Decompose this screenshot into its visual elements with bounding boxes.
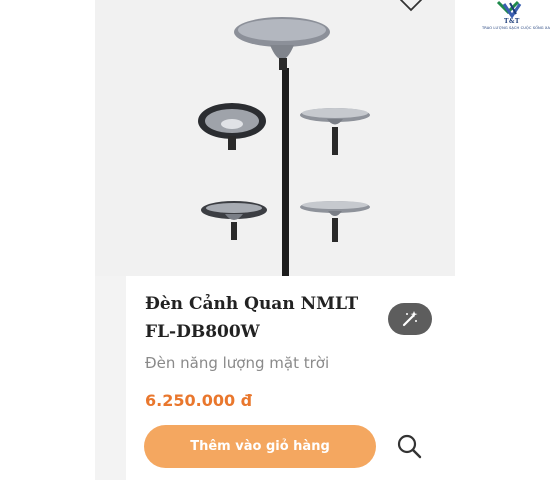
product-category: Đèn năng lượng mặt trời	[145, 354, 330, 372]
lamp-pole	[282, 68, 289, 276]
search-icon[interactable]	[395, 432, 423, 460]
brand-tagline: TRAO LƯỢNG SẠCH CUỘC SỐNG XANH	[482, 26, 550, 30]
magic-wand-button[interactable]	[388, 303, 432, 335]
heart-icon[interactable]	[398, 0, 424, 12]
lamp-head-top	[234, 17, 330, 70]
magic-wand-icon	[402, 311, 418, 327]
product-price: 6.250.000 đ	[145, 391, 253, 410]
brand-logo-text: T&T	[504, 18, 520, 25]
product-title[interactable]: Đèn Cảnh Quan NMLT FL-DB800W	[145, 290, 385, 346]
lamp-head-right-upper	[300, 108, 370, 155]
lamp-illustration	[198, 17, 370, 276]
product-page: T&T TRAO LƯỢNG SẠCH CUỘC SỐNG XANH Đèn C…	[0, 0, 550, 480]
product-image[interactable]	[95, 0, 455, 276]
lamp-head-left-upper	[198, 103, 266, 150]
lamp-head-left-lower	[201, 201, 267, 240]
add-to-cart-button[interactable]: Thêm vào giỏ hàng	[144, 425, 376, 468]
lamp-head-right-lower	[300, 201, 370, 242]
